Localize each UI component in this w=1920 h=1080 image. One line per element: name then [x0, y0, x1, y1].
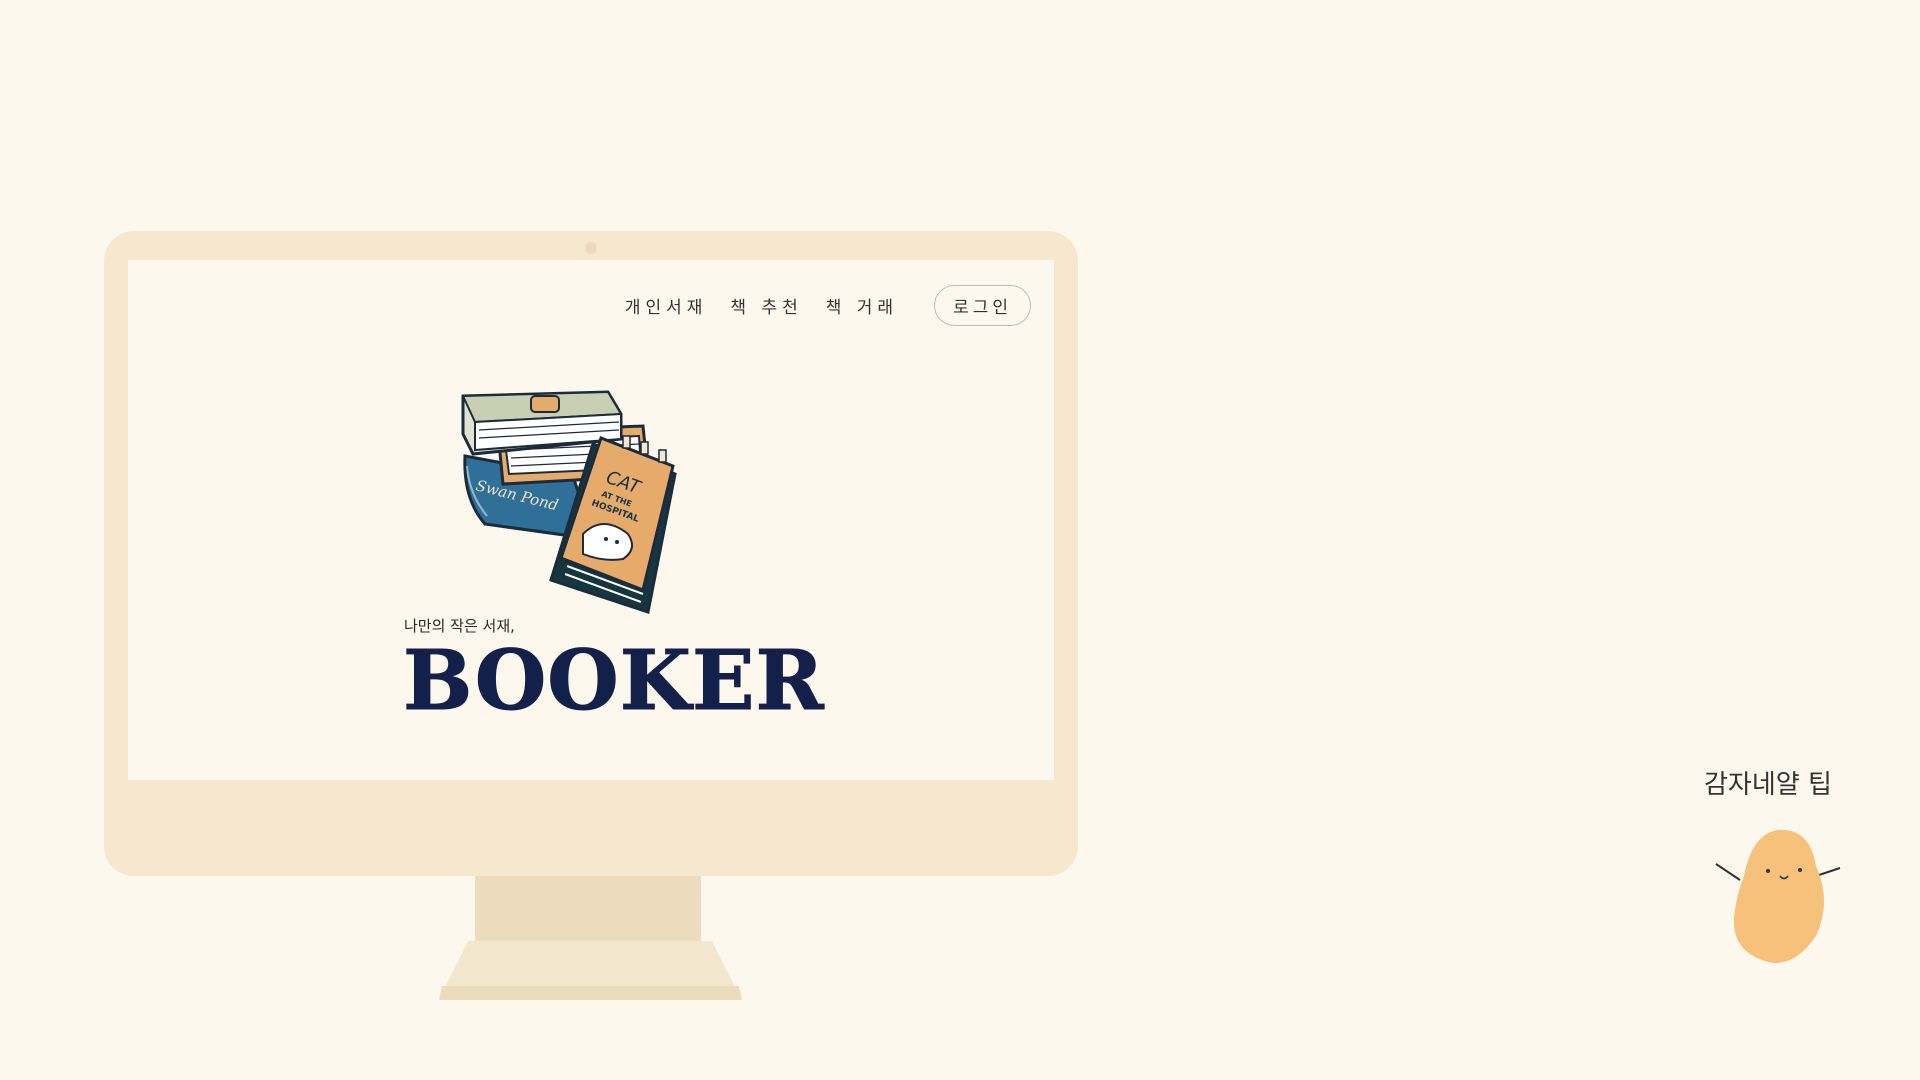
- tip-label: 감자네얄 팁: [1704, 770, 1832, 800]
- top-nav: 개인서재 책 추천 책 거래 로그인: [625, 285, 1031, 326]
- monitor-stand-base: [439, 986, 742, 1000]
- nav-item-personal-library[interactable]: 개인서재: [625, 293, 708, 318]
- website-screen: 개인서재 책 추천 책 거래 로그인 Swan Pond CAT AT THE …: [128, 260, 1054, 780]
- nav-item-book-recommendation[interactable]: 책 추천: [730, 293, 802, 318]
- booker-logo: BOOKER: [403, 633, 825, 729]
- book-stack-illustration: Swan Pond CAT AT THE HOSPITAL: [461, 390, 677, 614]
- nav-item-book-trade[interactable]: 책 거래: [826, 293, 898, 318]
- monitor-frame: 개인서재 책 추천 책 거래 로그인 Swan Pond CAT AT THE …: [104, 231, 1078, 876]
- monitor-stand-neck: [475, 876, 701, 941]
- login-button[interactable]: 로그인: [934, 285, 1031, 326]
- camera-dot: [585, 242, 597, 254]
- potato-mascot-icon: [1715, 829, 1841, 963]
- monitor-stand-foot: [445, 941, 735, 987]
